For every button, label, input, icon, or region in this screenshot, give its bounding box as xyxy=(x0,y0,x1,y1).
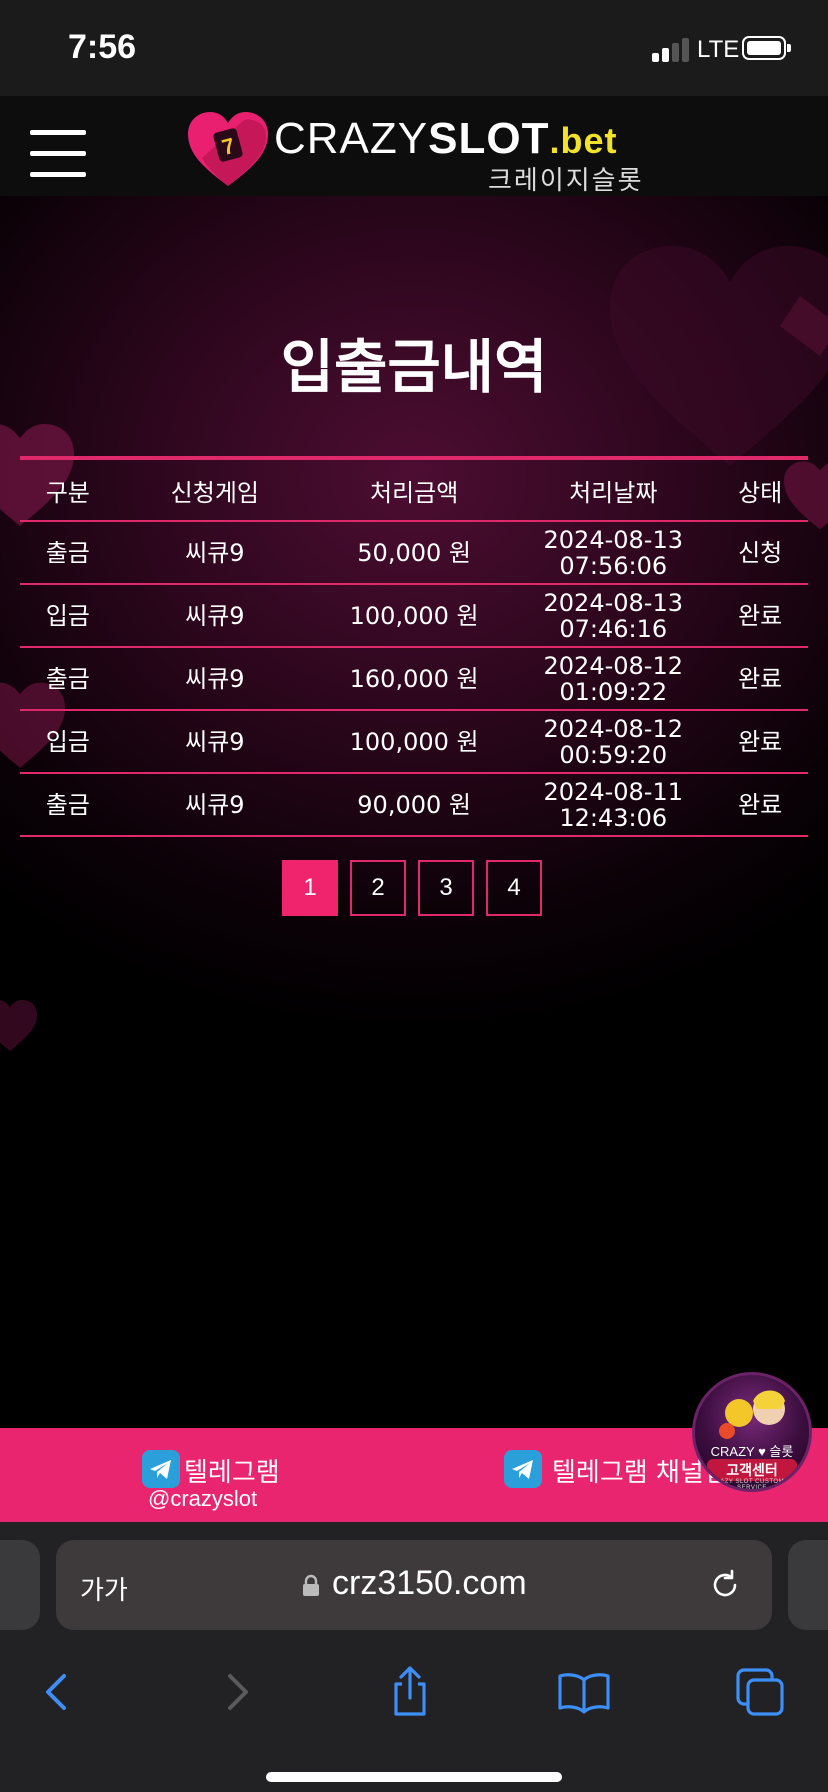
table-header-row: 구분 신청게임 처리금액 처리날짜 상태 xyxy=(20,458,808,521)
badge-brand: CRAZY ♥ 슬롯 xyxy=(710,1444,794,1459)
cell-type: 출금 xyxy=(45,664,90,693)
cell-amount: 50,000 원 xyxy=(357,538,471,567)
column-header-amount: 처리금액 xyxy=(369,478,459,507)
customer-service-character-icon xyxy=(719,1390,785,1439)
cell-date: 2024-08-13 xyxy=(543,525,683,554)
cell-time: 01:09:22 xyxy=(559,677,668,706)
cell-amount: 100,000 원 xyxy=(349,601,479,630)
column-header-type: 구분 xyxy=(45,478,90,507)
cell-status: 완료 xyxy=(738,790,783,819)
cell-type: 입금 xyxy=(45,727,90,756)
cell-datetime: 2024-08-13 07:56:06 xyxy=(514,521,712,584)
cell-amount: 160,000 원 xyxy=(349,664,479,693)
cell-game: 씨큐9 xyxy=(185,538,245,567)
cell-game: 씨큐9 xyxy=(185,601,245,630)
heart-slot-logo-icon: 7 xyxy=(188,112,268,186)
hamburger-menu-icon[interactable] xyxy=(30,130,86,178)
customer-service-button[interactable]: CRAZY ♥ 슬롯 고객센터 CRAZY SLOT CUSTOMER SERV… xyxy=(692,1372,812,1492)
cell-game: 씨큐9 xyxy=(185,664,245,693)
cell-status: 완료 xyxy=(738,601,783,630)
logo-bet: .bet xyxy=(549,120,618,161)
cell-game: 씨큐9 xyxy=(185,790,245,819)
cell-time: 07:56:06 xyxy=(559,551,668,580)
cell-date: 2024-08-11 xyxy=(543,777,683,806)
cell-time: 00:59:20 xyxy=(559,740,668,769)
bookmarks-icon[interactable] xyxy=(554,1662,614,1722)
cell-date: 2024-08-13 xyxy=(543,588,683,617)
status-time: 7:56 xyxy=(68,28,137,66)
table-row: 출금 씨큐9 90,000 원 2024-08-11 12:43:06 완료 xyxy=(20,773,808,836)
column-header-date: 처리날짜 xyxy=(569,478,658,507)
cell-datetime: 2024-08-11 12:43:06 xyxy=(514,773,712,836)
logo-korean: 크레이지슬롯 xyxy=(488,166,644,196)
logo-crazy: CRAZY xyxy=(274,114,429,163)
column-header-status: 상태 xyxy=(738,478,783,507)
page-button-3[interactable]: 3 xyxy=(418,860,474,916)
next-tab-peek[interactable] xyxy=(788,1540,828,1630)
cell-type: 입금 xyxy=(45,601,90,630)
browser-chrome: 가가 crz3150.com xyxy=(0,1522,828,1792)
table-row: 출금 씨큐9 50,000 원 2024-08-13 07:56:06 신청 xyxy=(20,521,808,584)
address-bar[interactable]: 가가 crz3150.com xyxy=(56,1540,772,1630)
share-icon[interactable] xyxy=(380,1662,440,1722)
page-button-4[interactable]: 4 xyxy=(486,860,542,916)
cell-date: 2024-08-12 xyxy=(543,714,683,743)
tabs-icon[interactable] xyxy=(730,1662,790,1722)
home-indicator[interactable] xyxy=(266,1772,562,1782)
table-row: 출금 씨큐9 160,000 원 2024-08-12 01:09:22 완료 xyxy=(20,647,808,710)
telegram-label: 텔레그램 xyxy=(184,1458,280,1488)
forward-icon[interactable] xyxy=(206,1662,266,1722)
cell-datetime: 2024-08-12 01:09:22 xyxy=(514,647,712,710)
column-header-game: 신청게임 xyxy=(170,478,259,507)
background-heart-decoration xyxy=(0,1000,37,1051)
table-row: 입금 씨큐9 100,000 원 2024-08-12 00:59:20 완료 xyxy=(20,710,808,773)
site-logo[interactable]: 7 CRAZYSLOT.bet 크레이지슬롯 xyxy=(186,110,646,196)
badge-label: 고객센터 xyxy=(707,1459,797,1481)
cell-date: 2024-08-12 xyxy=(543,651,683,680)
cell-time: 12:43:06 xyxy=(559,803,668,832)
telegram-icon xyxy=(504,1450,542,1488)
cell-amount: 100,000 원 xyxy=(349,727,479,756)
logo-text: CRAZYSLOT.bet xyxy=(274,114,617,166)
cell-type: 출금 xyxy=(45,790,90,819)
previous-tab-peek[interactable] xyxy=(0,1540,40,1630)
logo-slot: SLOT xyxy=(428,114,550,163)
cell-status: 신청 xyxy=(738,538,783,567)
reload-icon[interactable] xyxy=(708,1568,742,1602)
url-text: crz3150.com xyxy=(332,1564,527,1602)
cell-datetime: 2024-08-12 00:59:20 xyxy=(514,710,712,773)
signal-bars-icon xyxy=(652,36,690,62)
cell-amount: 90,000 원 xyxy=(357,790,471,819)
main-content: 입출금내역 구분 신청게임 처리금액 처리날짜 상태 출금 씨큐9 50,000… xyxy=(0,196,828,1428)
cell-status: 완료 xyxy=(738,664,783,693)
page-title: 입출금내역 xyxy=(280,333,548,401)
network-label: LTE xyxy=(697,36,740,63)
site-header: 7 CRAZYSLOT.bet 크레이지슬롯 xyxy=(0,96,828,196)
battery-icon xyxy=(742,36,791,60)
page-settings-button[interactable]: 가가 xyxy=(80,1570,128,1607)
status-bar: 7:56 LTE xyxy=(0,0,828,96)
lock-icon xyxy=(303,1574,319,1596)
page-button-2[interactable]: 2 xyxy=(350,860,406,916)
transaction-table: 구분 신청게임 처리금액 처리날짜 상태 출금 씨큐9 50,000 원 202… xyxy=(20,456,808,837)
back-icon[interactable] xyxy=(28,1662,88,1722)
table-row: 입금 씨큐9 100,000 원 2024-08-13 07:46:16 완료 xyxy=(20,584,808,647)
cell-time: 07:46:16 xyxy=(559,614,668,643)
browser-toolbar xyxy=(0,1652,828,1732)
cell-datetime: 2024-08-13 07:46:16 xyxy=(514,584,712,647)
telegram-icon xyxy=(142,1450,180,1488)
page-button-1[interactable]: 1 xyxy=(282,860,338,916)
telegram-handle: @crazyslot xyxy=(148,1486,258,1511)
cell-status: 완료 xyxy=(738,727,783,756)
cell-type: 출금 xyxy=(45,538,90,567)
cell-game: 씨큐9 xyxy=(185,727,245,756)
